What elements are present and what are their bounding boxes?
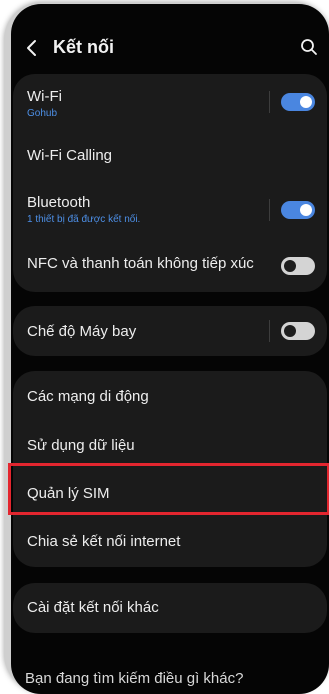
wifi-calling-label: Wi-Fi Calling	[27, 147, 113, 164]
bluetooth-toggle[interactable]	[281, 201, 315, 219]
more-connection-settings-row[interactable]: Cài đặt kết nối khác	[13, 583, 327, 633]
looking-for-something-else: Bạn đang tìm kiếm điều gì khác?	[25, 670, 244, 687]
nfc-row[interactable]: NFC và thanh toán không tiếp xúc	[13, 240, 327, 292]
wifi-toggle[interactable]	[281, 93, 315, 111]
more-settings-group: Cài đặt kết nối khác	[13, 583, 327, 633]
divider	[269, 91, 270, 113]
page-title: Kết nối	[53, 37, 114, 57]
bluetooth-row[interactable]: Bluetooth 1 thiết bị đã được kết nối.	[13, 180, 327, 240]
search-icon[interactable]	[300, 38, 318, 56]
airplane-mode-label: Chế độ Máy bay	[27, 323, 137, 340]
airplane-group: Chế độ Máy bay	[13, 306, 327, 356]
wifi-calling-row[interactable]: Wi-Fi Calling	[13, 130, 327, 180]
airplane-mode-toggle[interactable]	[281, 322, 315, 340]
hotspot-label: Chia sẻ kết nối internet	[27, 533, 181, 550]
bluetooth-label: Bluetooth	[27, 194, 91, 211]
wifi-network-name: Gohub	[27, 108, 58, 119]
mobile-networks-row[interactable]: Các mạng di động	[13, 371, 327, 421]
data-usage-label: Sử dụng dữ liệu	[27, 437, 135, 454]
back-arrow-icon[interactable]	[25, 38, 39, 58]
more-connection-settings-label: Cài đặt kết nối khác	[27, 599, 159, 616]
bluetooth-status: 1 thiết bị đã được kết nối.	[27, 214, 141, 225]
wifi-row[interactable]: Wi-Fi Gohub	[13, 74, 327, 130]
app-header: Kết nối	[11, 4, 329, 72]
settings-screen: Kết nối Wi-Fi Gohub Wi-Fi Calling Blueto…	[11, 4, 329, 694]
nfc-label: NFC và thanh toán không tiếp xúc	[27, 255, 254, 272]
connections-group: Wi-Fi Gohub Wi-Fi Calling Bluetooth 1 th…	[13, 74, 327, 292]
wifi-label: Wi-Fi	[27, 88, 62, 105]
nfc-toggle[interactable]	[281, 257, 315, 275]
divider	[269, 199, 270, 221]
data-usage-row[interactable]: Sử dụng dữ liệu	[13, 421, 327, 469]
hotspot-row[interactable]: Chia sẻ kết nối internet	[13, 517, 327, 567]
sim-manager-highlight	[8, 463, 329, 515]
mobile-networks-label: Các mạng di động	[27, 388, 149, 405]
airplane-mode-row[interactable]: Chế độ Máy bay	[13, 306, 327, 356]
divider	[269, 320, 270, 342]
